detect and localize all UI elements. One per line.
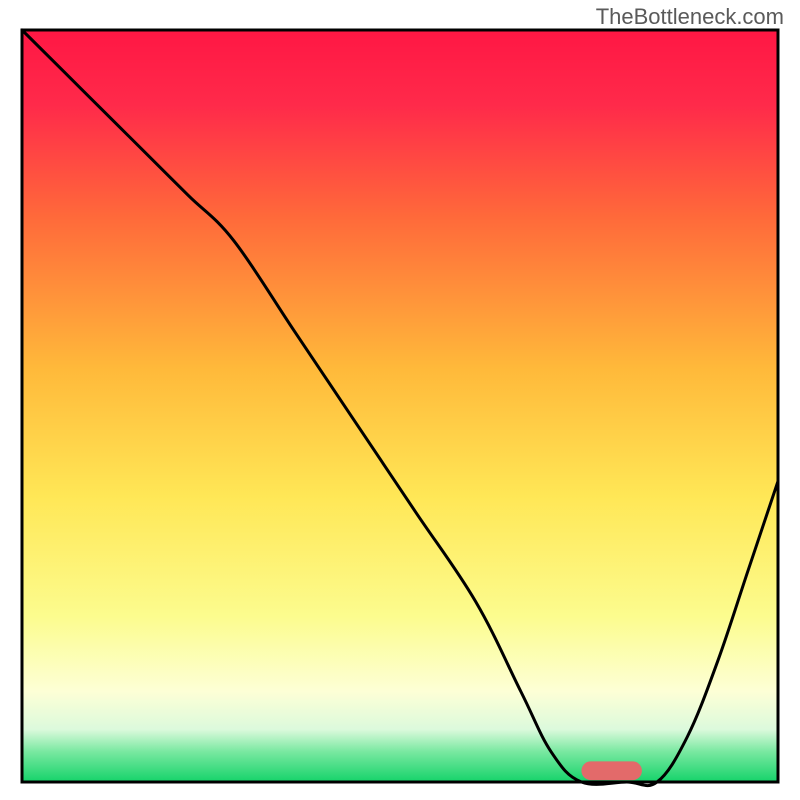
watermark-text: TheBottleneck.com <box>596 4 784 30</box>
optimal-range-marker <box>581 761 641 780</box>
chart-container: { "watermark": "TheBottleneck.com", "cha… <box>0 0 800 800</box>
bottleneck-chart <box>0 0 800 800</box>
